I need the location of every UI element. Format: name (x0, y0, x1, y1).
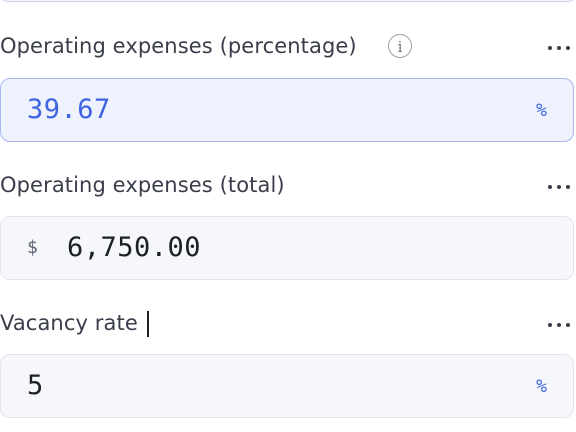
more-options-icon[interactable] (548, 321, 572, 329)
operating-expenses-total-input[interactable]: $ 6,750.00 (0, 216, 574, 280)
percent-suffix: % (536, 376, 547, 397)
percent-suffix: % (536, 100, 547, 121)
vacancy-rate-value: 5 (27, 370, 44, 401)
info-icon[interactable]: i (388, 34, 412, 58)
operating-expenses-total-label: Operating expenses (total) (0, 173, 285, 197)
vacancy-rate-input[interactable]: 5 % (0, 354, 574, 418)
vacancy-rate-label: Vacancy rate (0, 311, 138, 335)
previous-field-box[interactable] (0, 0, 576, 2)
more-options-icon[interactable] (548, 44, 572, 52)
more-options-icon[interactable] (548, 183, 572, 191)
text-cursor (147, 311, 149, 337)
operating-expenses-percentage-label: Operating expenses (percentage) (0, 34, 357, 58)
operating-expenses-total-value: 6,750.00 (67, 232, 202, 263)
operating-expenses-percentage-input[interactable]: 39.67 % (0, 78, 574, 142)
operating-expenses-percentage-value: 39.67 (27, 94, 111, 125)
dollar-prefix: $ (27, 237, 38, 258)
